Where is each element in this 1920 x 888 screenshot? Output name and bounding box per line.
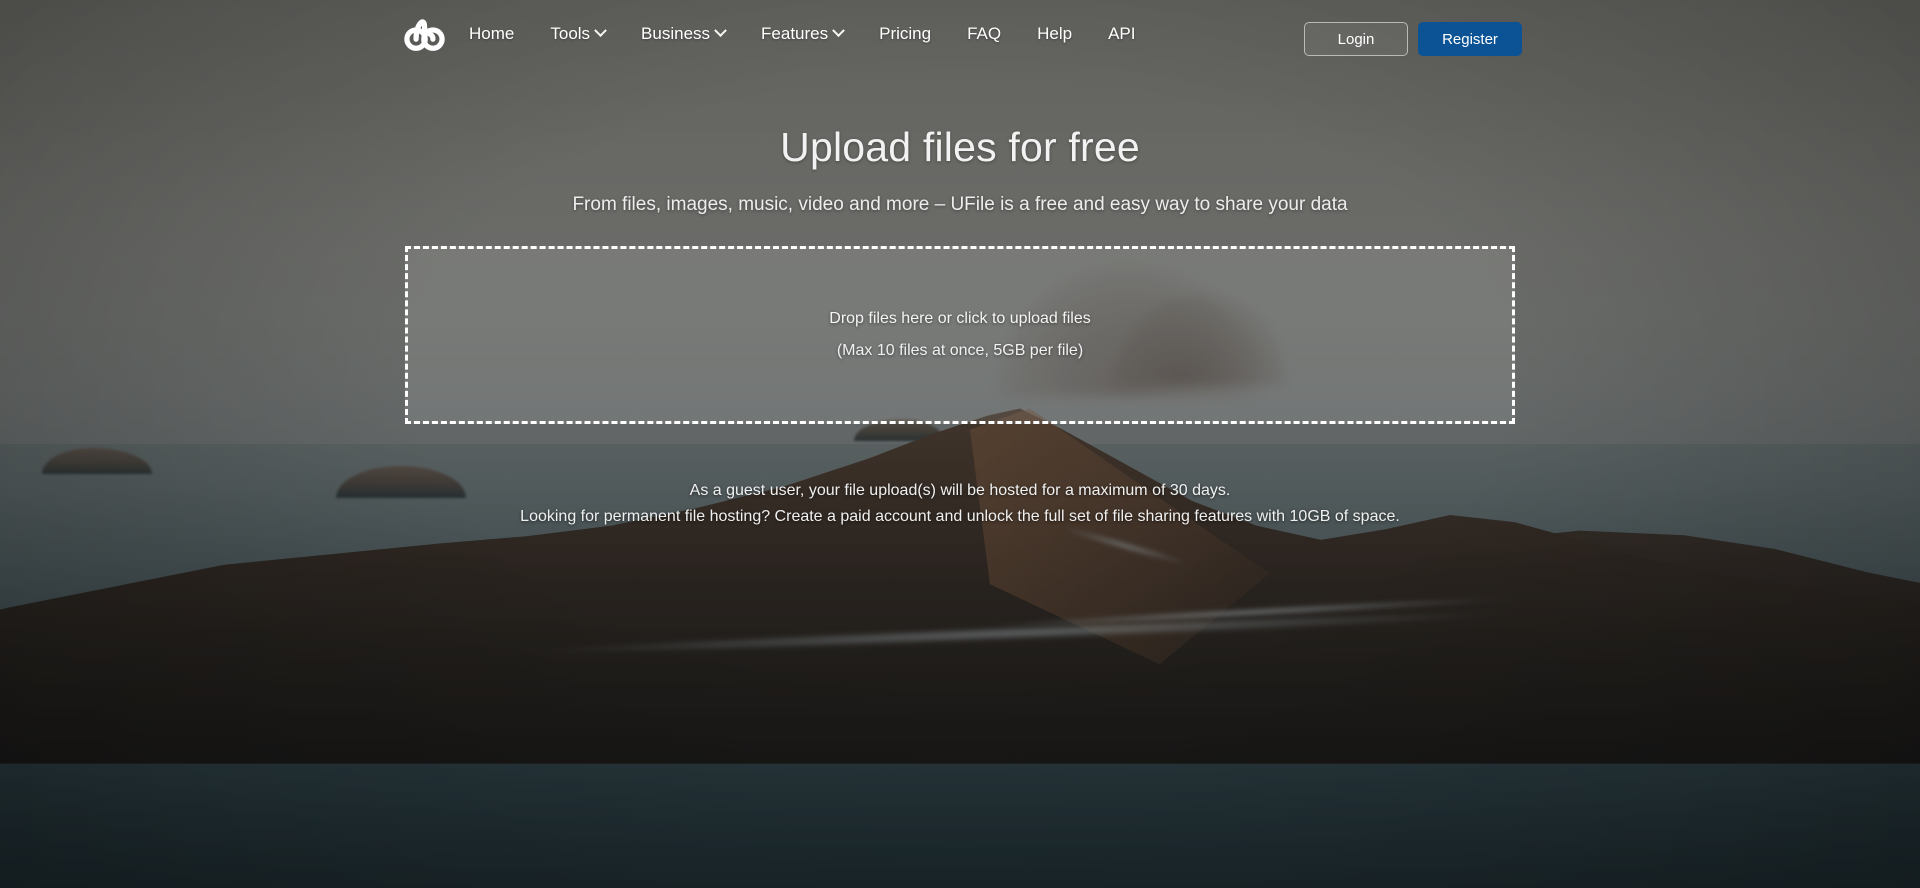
page-root: Home Tools Business Features Pricing FAQ…: [0, 0, 1920, 888]
navbar-left-group: Home Tools Business Features Pricing FAQ…: [402, 11, 1153, 56]
guest-notes: As a guest user, your file upload(s) wil…: [0, 478, 1920, 529]
nav-item-label: Tools: [550, 23, 591, 43]
chevron-down-icon: [594, 23, 607, 37]
navbar-auth-actions: Login Register: [1304, 22, 1522, 56]
dropzone-primary-text: Drop files here or click to upload files: [829, 310, 1091, 328]
dropzone-limit-text: (Max 10 files at once, 5GB per file): [836, 342, 1084, 360]
nav-item-label: Help: [1037, 23, 1073, 43]
nav-item-pricing[interactable]: Pricing: [861, 15, 949, 52]
main-navbar: Home Tools Business Features Pricing FAQ…: [0, 0, 1920, 66]
ufile-trefoil-logo-icon[interactable]: [402, 11, 447, 56]
nav-item-label: Home: [469, 23, 515, 43]
nav-item-help[interactable]: Help: [1019, 15, 1090, 52]
nav-item-business[interactable]: Business: [623, 15, 743, 52]
nav-item-label: Business: [641, 23, 711, 43]
nav-item-tools[interactable]: Tools: [532, 15, 623, 52]
hero-section: Upload files for free From files, images…: [0, 66, 1920, 529]
nav-item-label: FAQ: [967, 23, 1002, 43]
nav-item-label: API: [1108, 23, 1136, 43]
nav-item-label: Pricing: [879, 23, 932, 43]
guest-retention-note: As a guest user, your file upload(s) wil…: [689, 482, 1231, 500]
login-button[interactable]: Login: [1304, 22, 1408, 56]
nav-item-faq[interactable]: FAQ: [949, 15, 1019, 52]
nav-item-api[interactable]: API: [1090, 15, 1153, 52]
chevron-down-icon: [832, 23, 845, 37]
chevron-down-icon: [714, 23, 727, 37]
file-upload-dropzone[interactable]: Drop files here or click to upload files…: [405, 246, 1515, 425]
nav-item-label: Features: [761, 23, 829, 43]
page-title: Upload files for free: [780, 124, 1140, 170]
paid-account-note: Looking for permanent file hosting? Crea…: [520, 507, 1400, 525]
page-subtitle: From files, images, music, video and mor…: [572, 194, 1348, 216]
nav-item-home[interactable]: Home: [469, 15, 532, 52]
navbar-links: Home Tools Business Features Pricing FAQ…: [469, 15, 1153, 52]
register-button[interactable]: Register: [1418, 22, 1522, 56]
nav-item-features[interactable]: Features: [743, 15, 861, 52]
